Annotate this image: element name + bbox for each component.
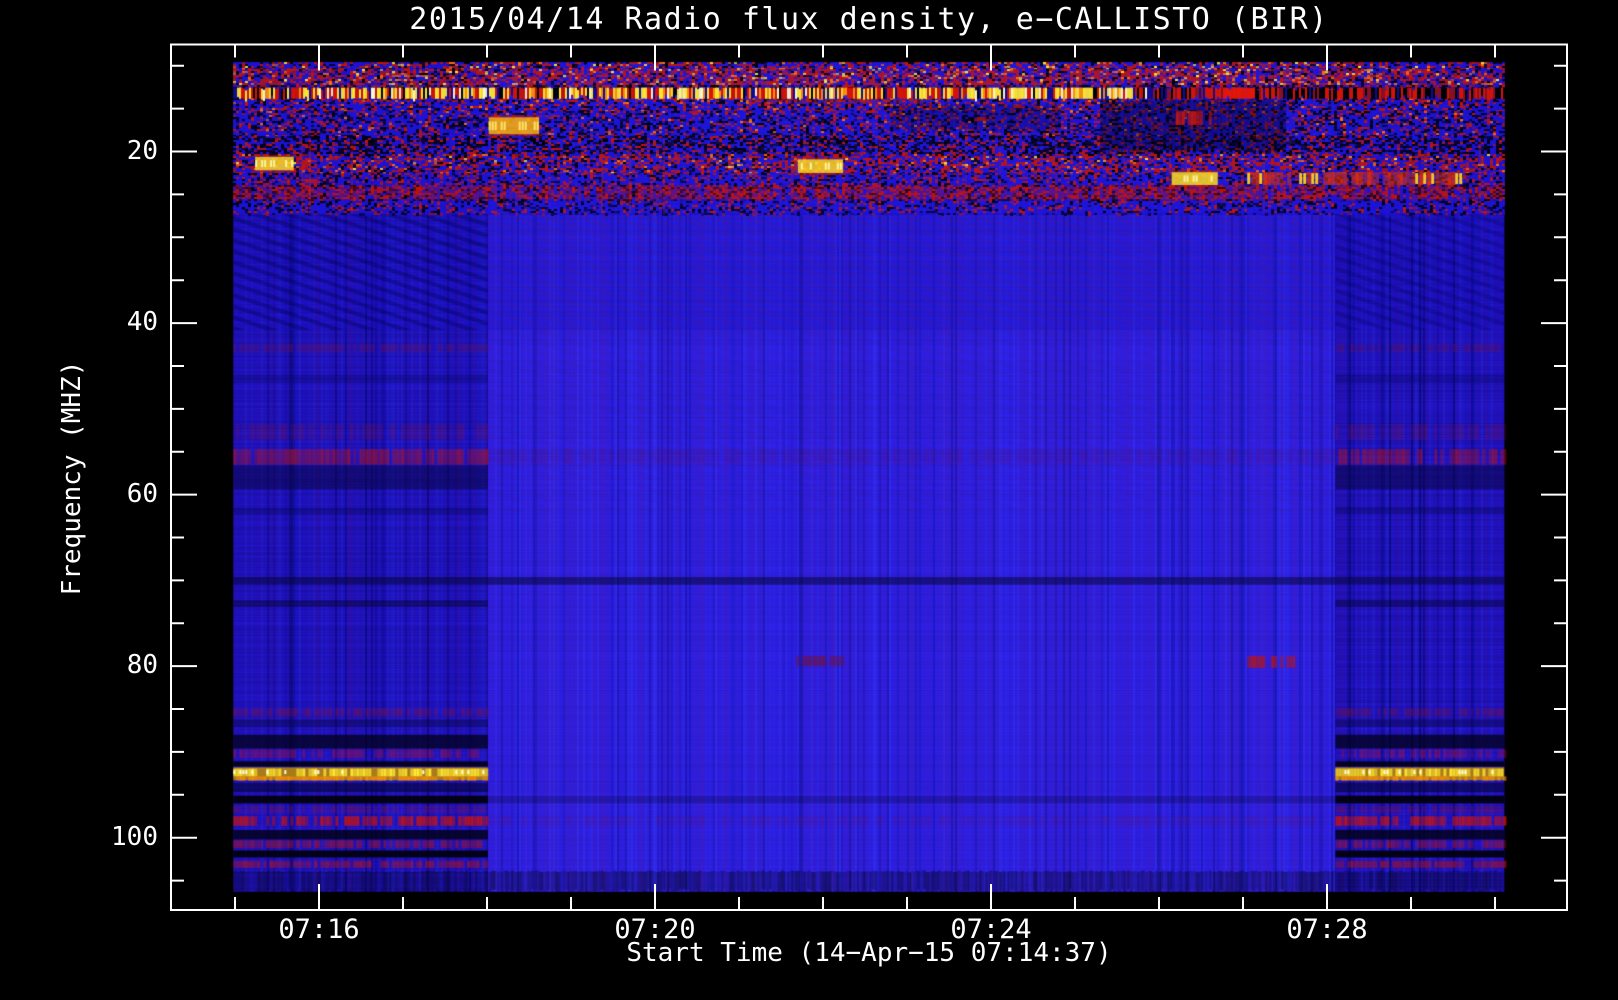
y-tick-label: 20 [126,135,158,166]
y-tick-label: 40 [126,307,158,338]
chart-title: 2015/04/14 Radio flux density, e−CALLIST… [409,2,1329,37]
x-tick-label: 07:20 [614,914,696,945]
x-tick-label: 07:28 [1286,914,1368,945]
y-tick-label: 60 [126,478,158,509]
x-tick-label: 07:16 [278,914,360,945]
y-tick-label: 80 [126,650,158,681]
spectrogram-canvas [172,45,1566,909]
spectrogram-page: 2015/04/14 Radio flux density, e−CALLIST… [0,0,1618,1000]
x-tick-label: 07:24 [950,914,1032,945]
y-tick-label: 100 [111,821,158,852]
